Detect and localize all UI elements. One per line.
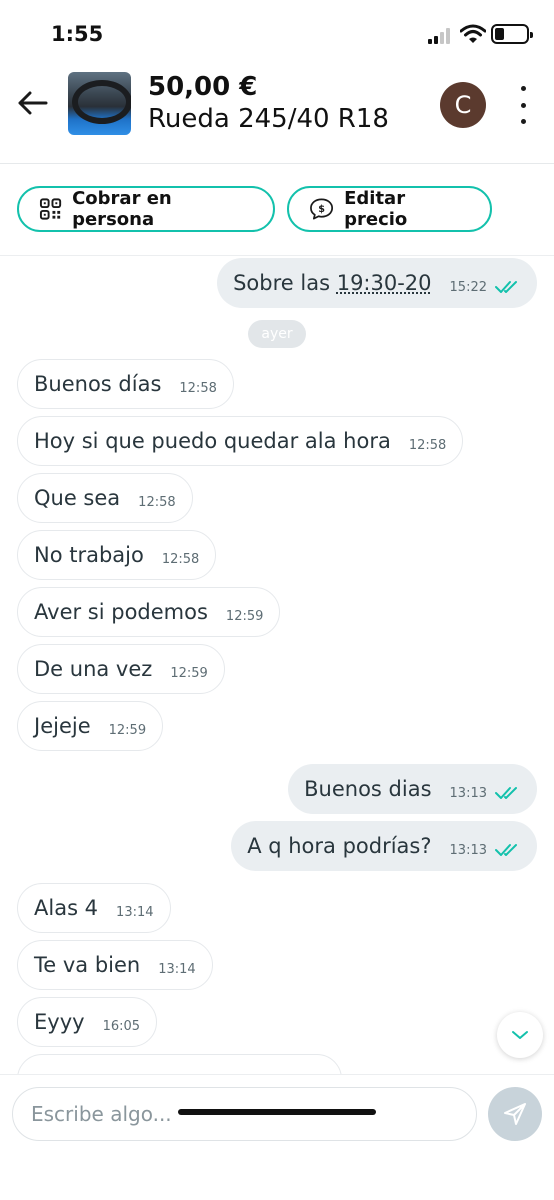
scroll-down-button[interactable] [497,1012,543,1058]
message-time: 13:14 [116,904,154,920]
message-time: 12:59 [170,665,208,681]
message-bubble-incoming[interactable]: Te va bien 13:14 [17,940,213,990]
chevron-down-icon [512,1031,528,1039]
back-button[interactable] [12,83,52,123]
message-text: Buenos días [34,372,162,396]
message-text: Jejeje [34,714,91,738]
message-text: Buenos dias [304,777,432,801]
status-time: 1:55 [51,22,104,46]
message-bubble-incoming[interactable]: Que sea 12:58 [17,473,193,523]
message-time: 12:59 [225,608,264,624]
home-indicator [178,1109,376,1115]
action-bar: Cobrar en persona $ Editar precio [0,164,554,256]
message-time: 13:14 [158,961,196,977]
time-suggestion-link[interactable]: 19:30-20 [337,271,432,295]
message-bubble-outgoing[interactable]: Sobre las 19:30-20 15:22 [217,258,537,308]
message-text: No trabajo [34,543,144,567]
cobrar-en-persona-button[interactable]: Cobrar en persona [17,186,275,232]
message-text: De una vez [34,657,153,681]
qr-code-icon [39,198,62,220]
message-time: 15:22 [449,279,487,295]
product-price: 50,00 € [148,72,258,102]
signal-icon [428,28,454,44]
message-bubble-incoming[interactable]: Buenos días 12:58 [17,359,234,409]
send-button[interactable] [488,1087,542,1141]
message-text: Sobre las 19:30-20 [233,271,432,295]
chat-messages[interactable]: Sobre las 19:30-20 15:22 ayer Buenos día… [0,256,554,1074]
message-bubble-incoming[interactable]: No trabajo 12:58 [17,530,217,580]
message-bubble-outgoing[interactable]: A q hora podrías? 13:13 [231,821,537,871]
price-chat-icon: $ [310,198,334,220]
message-time: 13:13 [449,785,487,801]
message-bubble-incoming[interactable]: Alas 4 13:14 [17,883,171,933]
status-bar: 1:55 [0,0,554,66]
message-time: 12:58 [408,437,447,453]
wifi-icon [459,24,487,44]
message-text: Que sea [34,486,121,510]
back-arrow-icon [18,91,48,115]
message-time: 16:05 [102,1018,141,1034]
send-icon [504,1103,526,1125]
message-bubble-partial[interactable] [17,1054,342,1074]
message-bubble-incoming[interactable]: De una vez 12:59 [17,644,225,694]
message-time: 12:58 [179,380,217,396]
message-time: 13:13 [449,842,487,858]
chat-header: 50,00 € Rueda 245/40 R18 C [0,66,554,164]
message-text: A q hora podrías? [247,834,432,858]
tire-image [72,80,131,124]
message-bubble-incoming[interactable]: Aver si podemos 12:59 [17,587,281,637]
svg-text:$: $ [318,204,325,215]
message-time: 12:58 [161,551,200,567]
user-avatar[interactable]: C [440,82,486,128]
read-check-icon [495,787,517,799]
product-title: Rueda 245/40 R18 [148,104,389,134]
message-text: Aver si podemos [34,600,208,624]
message-text: Alas 4 [34,896,99,920]
message-bubble-incoming[interactable]: Jejeje 12:59 [17,701,164,751]
message-bubble-outgoing[interactable]: Buenos dias 13:13 [288,764,537,814]
editar-precio-button[interactable]: $ Editar precio [287,186,492,232]
message-text: Te va bien [34,953,141,977]
message-bubble-incoming[interactable]: Eyyy 16:05 [17,997,158,1047]
read-check-icon [495,844,517,856]
read-check-icon [495,281,517,293]
message-time: 12:59 [108,722,147,738]
message-bubble-incoming[interactable]: Hoy si que puedo quedar ala hora 12:58 [17,416,464,466]
day-separator: ayer [248,320,306,348]
more-vertical-icon[interactable] [508,82,538,128]
battery-icon [491,24,533,44]
cobrar-label: Cobrar en persona [72,188,172,230]
editar-label: Editar precio [344,188,408,230]
message-text: Hoy si que puedo quedar ala hora [34,429,391,453]
product-thumbnail[interactable] [68,72,131,135]
composer-bar [0,1074,554,1200]
message-time: 12:58 [138,494,176,510]
message-text: Eyyy [34,1010,85,1034]
